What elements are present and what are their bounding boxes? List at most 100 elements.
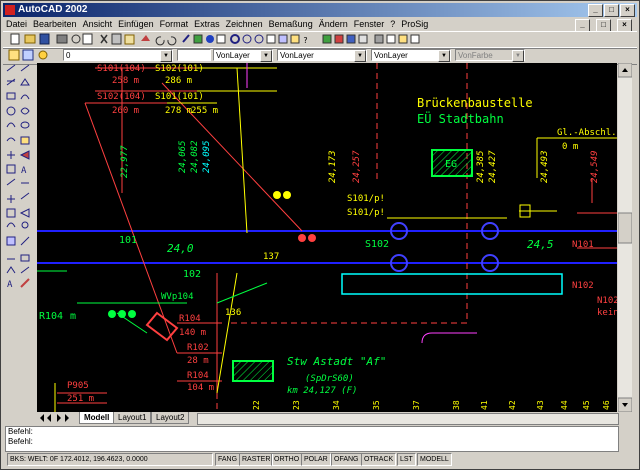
label-stw-astadt: Stw Astadt "Af" — [287, 355, 386, 368]
drawing-canvas[interactable]: S101(104) 258 m S102(104) 260 m R104 140… — [37, 63, 617, 412]
horizontal-scrollbar[interactable] — [197, 413, 619, 425]
menu-bemassung[interactable]: Bemaßung — [269, 19, 313, 29]
chevron-down-icon: ▼ — [354, 50, 366, 62]
menu-help[interactable]: ? — [390, 19, 395, 29]
menu-fenster[interactable]: Fenster — [354, 19, 385, 29]
label-n101: N101 — [572, 240, 594, 250]
bottom-num-12: 46 — [602, 400, 611, 410]
label-r104-green: R104 — [39, 311, 63, 322]
menu-einfuegen[interactable]: Einfügen — [118, 19, 154, 29]
bottom-num-9: 43 — [536, 400, 545, 410]
chainage-6: 24,257 — [352, 150, 362, 183]
title-bar: AutoCAD 2002 _ □ × — [3, 3, 637, 17]
label-s101p-2: S101/p! — [347, 208, 385, 218]
bottom-num-11: 45 — [582, 400, 591, 410]
close-button[interactable]: × — [620, 4, 635, 17]
layer-prev-button[interactable] — [177, 49, 211, 61]
coordinate-display: BKS: WELT: 0F 172.4012, 196.4623, 0.0000 — [7, 453, 213, 466]
bottom-num-3: 34 — [332, 400, 341, 410]
menu-zeichnen[interactable]: Zeichnen — [226, 19, 263, 29]
label-137: 137 — [263, 252, 279, 262]
vertical-scrollbar[interactable] — [617, 62, 633, 413]
menu-aendern[interactable]: Ändern — [319, 19, 348, 29]
layer-current: 0 — [66, 51, 71, 60]
label-km: km 24,127 (F) — [287, 386, 357, 396]
bottom-num-5: 37 — [412, 400, 421, 410]
layout-tabs: Modell Layout1 Layout2 — [37, 412, 632, 425]
tab-nav-arrows[interactable] — [37, 412, 77, 424]
draw-modify-toolbars: A A — [4, 63, 34, 413]
status-fang[interactable]: FANG — [215, 453, 241, 466]
label-255m: 255 m — [191, 106, 218, 116]
label-102: 102 — [183, 269, 201, 280]
command-prompt[interactable]: Befehl: — [6, 437, 618, 447]
label-s101-101: S101(101) — [155, 92, 204, 102]
label-p905: P905 — [67, 381, 89, 391]
label-wvp104: WVp104 — [161, 292, 194, 302]
label-n102-b: N102 — [597, 296, 617, 306]
menu-format[interactable]: Format — [160, 19, 189, 29]
label-n102: N102 — [572, 281, 594, 291]
label-101: 101 — [119, 235, 137, 246]
chevron-down-icon: ▼ — [438, 50, 450, 62]
label-258m: 258 m — [112, 76, 139, 86]
menu-bearbeiten[interactable]: Bearbeiten — [33, 19, 77, 29]
status-raster[interactable]: RASTER — [239, 453, 274, 466]
layer-dropdown[interactable]: 0 ▼ — [63, 49, 173, 62]
status-otrack[interactable]: OTRACK — [361, 453, 397, 466]
menu-ansicht[interactable]: Ansicht — [83, 19, 113, 29]
label-r102: R102 — [187, 343, 209, 353]
label-24-5: 24,5 — [527, 238, 554, 251]
minimize-button[interactable]: _ — [588, 4, 603, 17]
lineweight-dropdown[interactable]: VonLayer ▼ — [371, 49, 451, 62]
lineweight-value: VonLayer — [374, 51, 408, 60]
label-r104-b: R104 — [187, 371, 209, 381]
bottom-num-6: 38 — [452, 400, 461, 410]
chevron-down-icon: ▼ — [160, 50, 172, 62]
chainage-1: 22,977 — [120, 145, 130, 178]
chainage-2: 24,065 — [178, 140, 188, 173]
label-r104-a: R104 — [179, 314, 201, 324]
status-ofang[interactable]: OFANG — [331, 453, 362, 466]
chainage-5: 24,173 — [328, 150, 338, 183]
label-140m: 140 m — [179, 328, 206, 338]
command-line[interactable]: Befehl: Befehl: — [5, 426, 619, 452]
label-136: 136 — [225, 308, 241, 318]
chainage-7: 24,385 — [476, 150, 486, 183]
plotstyle-value: VonFarbe — [458, 51, 493, 60]
status-lst[interactable]: LST — [397, 453, 416, 466]
chevron-down-icon: ▼ — [260, 50, 272, 62]
label-251m: 251 m — [67, 394, 94, 404]
status-bar: BKS: WELT: 0F 172.4012, 196.4623, 0.0000… — [3, 453, 637, 466]
label-spdrs60: (SpDrS60) — [305, 374, 354, 384]
standard-toolbar-icons: ? — [10, 33, 420, 46]
bottom-num-1: 22 — [252, 400, 261, 410]
status-modell[interactable]: MODELL — [417, 453, 452, 466]
tab-modell[interactable]: Modell — [79, 412, 115, 424]
window-title: AutoCAD 2002 — [18, 4, 88, 15]
color-dropdown[interactable]: VonLayer ▼ — [213, 49, 273, 62]
layer-tools-icons — [8, 49, 48, 61]
chainage-8: 24,427 — [488, 150, 498, 183]
label-24-0: 24,0 — [167, 242, 194, 255]
menu-extras[interactable]: Extras — [194, 19, 220, 29]
autocad-window: AutoCAD 2002 _ □ × Datei Bearbeiten Ansicht E… — [0, 0, 640, 470]
tab-layout2[interactable]: Layout2 — [151, 412, 190, 424]
chainage-4: 24,095 — [202, 140, 212, 173]
linetype-dropdown[interactable]: VonLayer ▼ — [277, 49, 367, 62]
bottom-num-10: 44 — [560, 400, 569, 410]
label-brueckenbaustelle: Brückenbaustelle — [417, 96, 533, 110]
menu-datei[interactable]: Datei — [6, 19, 27, 29]
chainage-10: 24,549 — [590, 150, 600, 183]
label-28m: 28 m — [187, 356, 209, 366]
chevron-down-icon: ▼ — [512, 50, 524, 62]
label-s101-104: S101(104) — [97, 64, 146, 74]
draw-tools[interactable]: A A — [4, 63, 34, 293]
maximize-button[interactable]: □ — [604, 4, 619, 17]
label-260m: 260 m — [112, 106, 139, 116]
menu-prosig[interactable]: ProSig — [401, 19, 428, 29]
label-s102-green: S102 — [365, 239, 389, 250]
status-polar[interactable]: POLAR — [301, 453, 331, 466]
tab-layout1[interactable]: Layout1 — [113, 412, 152, 424]
status-ortho[interactable]: ORTHO — [271, 453, 303, 466]
